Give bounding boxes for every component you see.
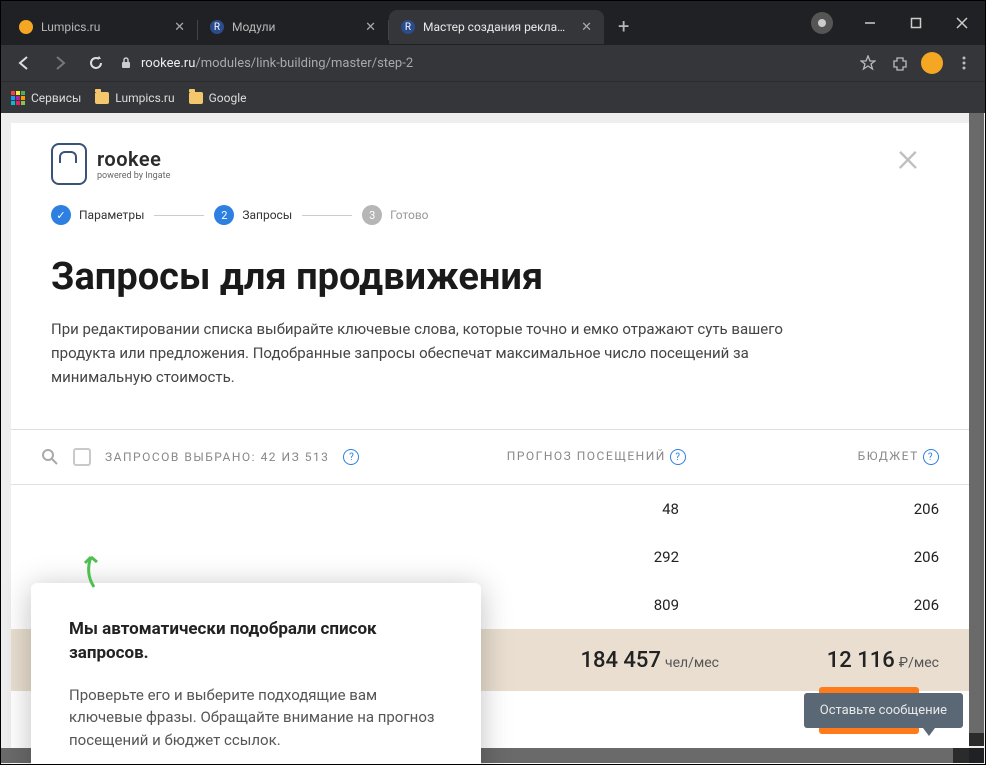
total-visits-unit: чел/мес: [665, 655, 719, 671]
onboarding-tooltip: Мы автоматически подобрали список запрос…: [31, 583, 481, 764]
brand-logo[interactable]: rookee powered by Ingate: [51, 143, 170, 185]
url-path: /modules/link-building/master/step-2: [195, 56, 413, 71]
chat-tail-icon: [923, 728, 935, 736]
bookmark-apps[interactable]: Сервисы: [11, 91, 81, 105]
window-close-button[interactable]: [939, 1, 985, 45]
favicon-icon: R: [210, 20, 224, 34]
table-row[interactable]: 292 206: [11, 533, 969, 581]
bookmarks-bar: Сервисы Lumpics.ru Google: [1, 81, 985, 113]
wizard-stepper: ✓ Параметры 2 Запросы 3 Готово: [11, 195, 969, 245]
new-tab-button[interactable]: +: [604, 14, 643, 38]
chat-widget[interactable]: Оставьте сообщение: [804, 693, 963, 728]
browser-tab-active[interactable]: R Мастер создания рекламной ✕: [389, 10, 604, 44]
step-number-icon: 2: [214, 205, 234, 225]
vertical-scrollbar[interactable]: [969, 113, 984, 746]
scroll-thumb[interactable]: [969, 113, 984, 733]
column-budget-label: БЮДЖЕТ: [858, 449, 919, 463]
bookmark-folder[interactable]: Lumpics.ru: [95, 91, 174, 105]
help-icon[interactable]: ?: [923, 449, 939, 465]
browser-tab[interactable]: Lumpics.ru ✕: [7, 10, 197, 44]
select-all-checkbox[interactable]: [73, 448, 91, 466]
close-icon[interactable]: ×: [897, 143, 929, 172]
extensions-icon[interactable]: [889, 52, 911, 74]
page-description: При редактировании списка выбирайте ключ…: [51, 317, 851, 389]
step-label: Готово: [390, 208, 428, 222]
menu-icon[interactable]: [953, 52, 975, 74]
browser-tab[interactable]: R Модули ✕: [198, 10, 388, 44]
folder-icon: [95, 92, 109, 104]
nav-forward-button[interactable]: [47, 50, 73, 76]
table-row[interactable]: 48 206: [11, 485, 969, 533]
cell-visits: 809: [454, 596, 739, 614]
total-visits: 184 457: [580, 648, 661, 673]
favicon-icon: [19, 20, 33, 34]
cell-budget: 206: [739, 596, 939, 614]
cell-budget: 206: [739, 500, 939, 518]
nav-reload-button[interactable]: [83, 50, 109, 76]
profile-avatar-icon[interactable]: [921, 52, 943, 74]
tooltip-title: Мы автоматически подобрали список запрос…: [69, 618, 443, 666]
window-minimize-button[interactable]: [847, 1, 893, 45]
url-host: rookee.ru: [141, 56, 195, 71]
step-wait: 3 Готово: [362, 205, 428, 225]
step-label: Параметры: [79, 208, 144, 222]
step-done[interactable]: ✓ Параметры: [51, 205, 144, 225]
arrow-icon: [79, 553, 109, 589]
total-budget: 12 116: [827, 648, 895, 673]
lock-icon: [119, 56, 133, 70]
tab-close-icon[interactable]: ✕: [174, 20, 185, 35]
cell-visits: 48: [454, 500, 739, 518]
tab-title: Мастер создания рекламной: [423, 20, 573, 34]
column-visits-label: ПРОГНОЗ ПОСЕЩЕНИЙ: [507, 449, 666, 463]
bookmark-label: Сервисы: [31, 91, 81, 105]
tab-close-icon[interactable]: ✕: [365, 20, 376, 35]
apps-icon: [11, 91, 25, 105]
profile-icon[interactable]: [811, 12, 833, 34]
bookmark-label: Lumpics.ru: [115, 91, 174, 105]
bookmark-star-icon[interactable]: [857, 52, 879, 74]
tab-title: Lumpics.ru: [41, 20, 166, 34]
tooltip-body: Проверьте его и выберите подходящие вам …: [69, 684, 443, 752]
window-maximize-button[interactable]: [893, 1, 939, 45]
table-header: ЗАПРОСОВ ВЫБРАНО: 42 ИЗ 513 ? ПРОГНОЗ ПО…: [11, 429, 969, 485]
selected-count-label: ЗАПРОСОВ ВЫБРАНО: 42 ИЗ 513: [105, 450, 329, 464]
step-active[interactable]: 2 Запросы: [214, 205, 292, 225]
total-budget-unit: ₽/мес: [899, 655, 939, 671]
help-icon[interactable]: ?: [670, 449, 686, 465]
bookmark-folder[interactable]: Google: [189, 91, 247, 105]
favicon-icon: R: [401, 20, 415, 34]
bookmark-label: Google: [209, 91, 247, 105]
search-icon[interactable]: [41, 448, 59, 466]
cell-visits: 292: [454, 548, 739, 566]
brand-name: rookee: [97, 147, 170, 171]
logo-icon: [51, 143, 87, 185]
brand-tagline: powered by Ingate: [97, 171, 170, 181]
page-title: Запросы для продвижения: [51, 255, 929, 299]
step-label: Запросы: [242, 208, 292, 222]
nav-back-button[interactable]: [11, 50, 37, 76]
folder-icon: [189, 92, 203, 104]
url-field[interactable]: rookee.ru/modules/link-building/master/s…: [119, 56, 847, 71]
step-number-icon: 3: [362, 205, 382, 225]
tab-close-icon[interactable]: ✕: [581, 20, 592, 35]
tab-title: Модули: [232, 20, 357, 34]
address-bar: rookee.ru/modules/link-building/master/s…: [1, 45, 985, 81]
help-icon[interactable]: ?: [343, 449, 359, 465]
browser-titlebar: Lumpics.ru ✕ R Модули ✕ R Мастер создани…: [1, 1, 985, 45]
cell-budget: 206: [739, 548, 939, 566]
checkmark-icon: ✓: [51, 205, 71, 225]
